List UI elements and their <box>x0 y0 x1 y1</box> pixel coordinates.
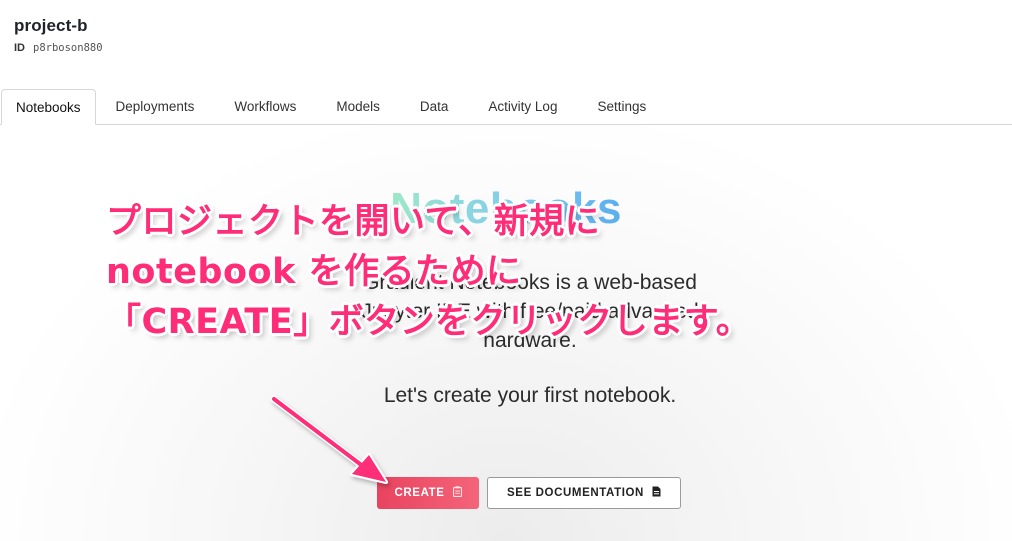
tab-models[interactable]: Models <box>316 89 400 124</box>
see-documentation-label: SEE DOCUMENTATION <box>507 487 644 499</box>
document-icon <box>652 486 661 500</box>
tab-notebooks[interactable]: Notebooks <box>1 89 96 125</box>
annotation-callout: プロジェクトを開いて、新規に notebook を作るために 「CREATE」ボ… <box>106 197 751 347</box>
create-button-label: CREATE <box>394 487 445 499</box>
annotation-line-3: 「CREATE」ボタンをクリックします。 <box>106 302 752 342</box>
project-header: project-b ID p8rboson880 <box>14 16 103 54</box>
project-tabs: Notebooks Deployments Workflows Models D… <box>0 89 1012 125</box>
create-button[interactable]: CREATE <box>377 477 479 509</box>
project-name: project-b <box>14 16 88 35</box>
tab-settings[interactable]: Settings <box>577 89 666 124</box>
tab-data[interactable]: Data <box>400 89 469 124</box>
project-id-value: p8rboson880 <box>33 42 103 54</box>
project-id-label: ID <box>14 42 25 54</box>
project-id: ID p8rboson880 <box>14 42 103 54</box>
annotation-line-1: プロジェクトを開いて、新規に <box>106 202 601 242</box>
tab-deployments[interactable]: Deployments <box>96 89 215 124</box>
empty-state-cta-text: Let's create your first notebook. <box>383 384 677 407</box>
see-documentation-button[interactable]: SEE DOCUMENTATION <box>487 477 681 509</box>
tab-workflows[interactable]: Workflows <box>214 89 316 124</box>
notebook-icon <box>452 486 462 500</box>
annotation-line-2: notebook を作るために <box>106 252 522 292</box>
tab-activity-log[interactable]: Activity Log <box>468 89 577 124</box>
